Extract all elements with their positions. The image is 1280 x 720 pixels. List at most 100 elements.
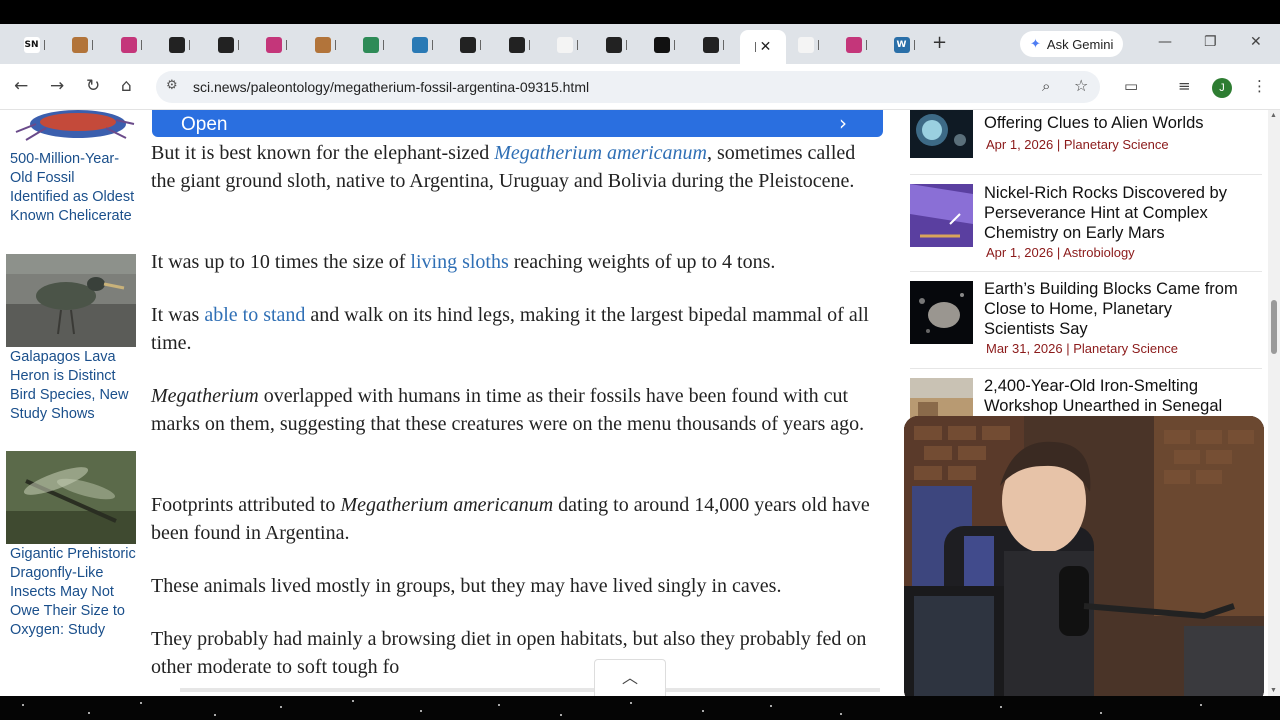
paragraph-text: It was up to 10 times the size of xyxy=(151,251,411,273)
close-tab-icon[interactable]: ✕ xyxy=(760,39,772,55)
home-icon[interactable]: ⌂ xyxy=(121,76,132,96)
tab-divider xyxy=(722,40,724,50)
right-article-title[interactable]: Offering Clues to Alien Worlds xyxy=(984,113,1244,133)
right-article-title[interactable]: Earth’s Building Blocks Came from Close … xyxy=(984,279,1244,339)
left-article-title[interactable]: Gigantic Prehistoric Dragonfly-Like Inse… xyxy=(10,545,136,640)
right-article-meta: Apr 1, 2026 | Astrobiology xyxy=(986,245,1135,260)
browser-tab[interactable] xyxy=(206,32,250,58)
browser-tab[interactable] xyxy=(834,32,878,58)
screen: { "browser": { "tabs": [ {"icon": "scine… xyxy=(0,0,1280,720)
address-bar[interactable]: ⚙ sci.news/paleontology/megatherium-foss… xyxy=(156,71,1100,103)
browser-tab[interactable] xyxy=(643,32,687,58)
browser-tab[interactable] xyxy=(400,32,444,58)
mars-rocks-thumbnail[interactable] xyxy=(910,184,973,247)
tab-divider xyxy=(43,40,45,50)
article-paragraph: It was up to 10 times the size of living… xyxy=(151,248,881,276)
media-controls-icon[interactable]: ≡ xyxy=(1178,77,1191,95)
scinews-icon: SN xyxy=(23,37,40,53)
window-close-button[interactable]: ✕ xyxy=(1250,34,1262,50)
zoom-icon[interactable]: ⌕ xyxy=(1042,77,1050,95)
able-to-stand-link[interactable]: able to stand xyxy=(204,304,305,326)
tab-divider xyxy=(625,40,627,50)
article-date: Apr 1, 2026 xyxy=(986,137,1054,152)
browser-tab[interactable]: W xyxy=(882,32,926,58)
article-date: Apr 1, 2026 xyxy=(986,245,1054,260)
chelicerate-fossil-thumbnail[interactable] xyxy=(6,110,136,148)
browser-tab[interactable] xyxy=(546,32,590,58)
exoplanet-thumbnail[interactable] xyxy=(910,110,973,158)
browser-tab[interactable] xyxy=(497,32,541,58)
paragraph-text: overlapped with humans in time as their … xyxy=(151,385,865,435)
browser-tab[interactable] xyxy=(691,32,735,58)
browser-tab[interactable] xyxy=(109,32,153,58)
dragonfly-thumbnail[interactable] xyxy=(6,451,136,544)
bookmark-star-icon[interactable]: ☆ xyxy=(1074,76,1088,95)
forward-icon[interactable]: → xyxy=(50,76,64,96)
collapse-chevron-up-icon[interactable]: ︿ xyxy=(594,659,666,696)
paragraph-text: reaching weights of up to 4 tons. xyxy=(508,251,776,273)
url-text[interactable]: sci.news/paleontology/megatherium-fossil… xyxy=(193,79,589,95)
ask-gemini-button[interactable]: ✦ Ask Gemini xyxy=(1020,31,1124,57)
circle-icon xyxy=(217,37,234,53)
circle-icon xyxy=(508,37,525,53)
new-tab-button[interactable]: + xyxy=(932,32,947,53)
article-category[interactable]: Planetary Science xyxy=(1064,137,1169,152)
living-sloths-link[interactable]: living sloths xyxy=(410,251,508,273)
profile-avatar[interactable]: J xyxy=(1212,78,1232,98)
browser-tab[interactable] xyxy=(449,32,493,58)
blank-icon xyxy=(557,37,573,53)
restore-button[interactable]: ❐ xyxy=(1204,34,1217,50)
divider xyxy=(910,174,1262,175)
circle-icon xyxy=(702,37,719,53)
tab-divider xyxy=(817,40,819,50)
heron-thumbnail[interactable] xyxy=(6,254,136,347)
tab-divider xyxy=(431,40,433,50)
right-article-title[interactable]: 2,400-Year-Old Iron-Smelting Workshop Un… xyxy=(984,376,1244,416)
browser-tab[interactable] xyxy=(352,32,396,58)
paragraph-text: It was xyxy=(151,304,205,326)
tab-divider xyxy=(189,40,190,50)
meta-separator: | xyxy=(1056,137,1061,152)
scroll-down-icon[interactable]: ▼ xyxy=(1270,687,1277,694)
browser-tab[interactable] xyxy=(158,32,202,58)
right-article-title[interactable]: Nickel-Rich Rocks Discovered by Persever… xyxy=(984,183,1244,243)
browser-toolbar: ← → ↻ ⌂ ⚙ sci.news/paleontology/megather… xyxy=(0,64,1280,110)
left-related-articles: 500-Million-Year-Old Fossil Identified a… xyxy=(0,110,140,696)
tab-divider xyxy=(140,40,142,50)
asteroid-thumbnail[interactable] xyxy=(910,281,973,344)
wikimedia-icon xyxy=(411,37,428,53)
minimize-button[interactable]: — xyxy=(1158,34,1172,50)
species-name: Megatherium xyxy=(151,385,259,407)
horizontal-scrollbar[interactable] xyxy=(180,688,880,692)
article-paragraph: But it is best known for the elephant-si… xyxy=(151,139,881,195)
cast-icon[interactable]: ▭ xyxy=(1124,77,1138,95)
scroll-up-icon[interactable]: ▲ xyxy=(1270,112,1277,119)
browser-tab[interactable] xyxy=(61,32,105,58)
menu-kebab-icon[interactable]: ⋮ xyxy=(1252,77,1267,95)
browser-tab[interactable] xyxy=(594,32,638,58)
browser-tab[interactable] xyxy=(786,32,830,58)
ask-gemini-label: Ask Gemini xyxy=(1046,36,1114,52)
article-category[interactable]: Planetary Science xyxy=(1073,341,1178,356)
site-info-icon[interactable]: ⚙ xyxy=(166,78,178,93)
tab-divider xyxy=(754,42,756,52)
left-article-title[interactable]: Galapagos Lava Heron is Distinct Bird Sp… xyxy=(10,348,136,424)
active-tab[interactable]: ✕ xyxy=(740,30,786,64)
vertical-scrollbar[interactable]: ▲ ▼ xyxy=(1268,110,1280,696)
asterisk-icon xyxy=(266,37,282,53)
megatherium-americanum-link[interactable]: Megatherium americanum xyxy=(494,142,707,164)
browser-tab[interactable] xyxy=(303,32,347,58)
asterisk-icon xyxy=(845,37,862,53)
tab-divider xyxy=(92,40,93,50)
browser-tab[interactable] xyxy=(255,32,299,58)
open-app-banner[interactable]: Open › xyxy=(152,110,883,137)
browser-tab[interactable]: SN xyxy=(12,32,56,58)
article-category[interactable]: Astrobiology xyxy=(1063,245,1135,260)
reload-icon[interactable]: ↻ xyxy=(86,76,100,96)
scrollbar-thumb[interactable] xyxy=(1271,300,1277,354)
back-icon[interactable]: ← xyxy=(14,76,28,96)
tab-divider xyxy=(383,40,384,50)
left-article-title[interactable]: 500-Million-Year-Old Fossil Identified a… xyxy=(10,150,136,226)
article-paragraph: They probably had mainly a browsing diet… xyxy=(151,628,867,678)
circle-icon xyxy=(169,37,185,53)
